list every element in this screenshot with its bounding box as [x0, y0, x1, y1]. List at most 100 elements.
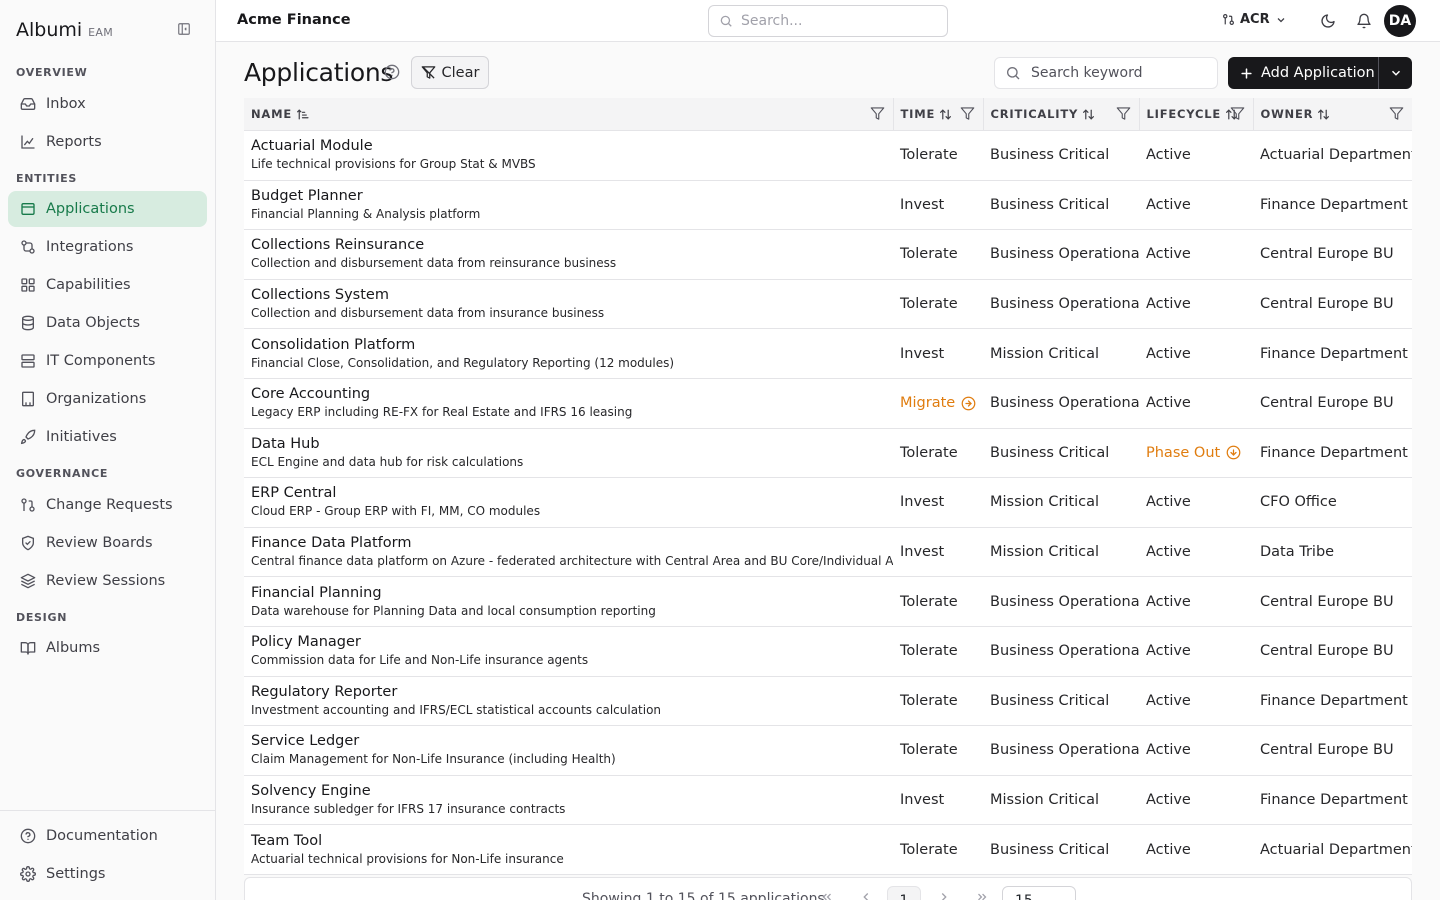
table-row[interactable]: ERP Central Cloud ERP - Group ERP with FI…	[244, 477, 1412, 528]
org-switcher[interactable]: ACR	[1222, 12, 1287, 27]
column-header-time[interactable]: TIME	[893, 98, 984, 131]
cell-owner: Finance Department	[1253, 329, 1412, 379]
application-name[interactable]: Team Tool	[251, 832, 886, 851]
sidebar-item-data-objects[interactable]: Data Objects	[8, 305, 207, 341]
global-search[interactable]	[708, 5, 948, 37]
filter-icon[interactable]	[960, 106, 975, 121]
sidebar-item-review-sessions[interactable]: Review Sessions	[8, 563, 207, 599]
application-name[interactable]: Regulatory Reporter	[251, 683, 886, 702]
cell-time: Tolerate	[893, 428, 983, 478]
column-header-owner[interactable]: OWNER	[1253, 98, 1412, 131]
table-row[interactable]: Collections System Collection and disburs…	[244, 279, 1412, 329]
add-application-button[interactable]: Add Application	[1228, 57, 1378, 89]
keyword-search[interactable]	[994, 57, 1218, 89]
layers-icon	[20, 573, 36, 589]
sidebar-collapse-icon[interactable]	[177, 22, 193, 38]
sidebar-item-it-components[interactable]: IT Components	[8, 343, 207, 379]
table-row[interactable]: Finance Data Platform Central finance dat…	[244, 527, 1412, 577]
column-header-lifecycle[interactable]: LIFECYCLE	[1139, 98, 1254, 131]
clear-filters-button[interactable]: Clear	[411, 56, 489, 89]
help-circle-icon[interactable]	[384, 64, 400, 80]
chevron-right-icon[interactable]	[937, 890, 951, 900]
sidebar-item-documentation[interactable]: Documentation	[8, 818, 207, 854]
application-name[interactable]: Policy Manager	[251, 633, 886, 652]
sidebar-item-applications[interactable]: Applications	[8, 191, 207, 227]
time-value: Invest	[900, 544, 945, 561]
chevrons-left-icon[interactable]	[820, 890, 834, 900]
chevron-down-icon	[1275, 14, 1287, 26]
table-row[interactable]: Collections Reinsurance Collection and di…	[244, 229, 1412, 280]
column-label: LIFECYCLE	[1146, 107, 1221, 121]
filter-icon[interactable]	[870, 106, 885, 121]
sidebar-item-change-requests[interactable]: Change Requests	[8, 487, 207, 523]
sidebar-item-label: Review Sessions	[46, 573, 166, 589]
application-name[interactable]: Collections Reinsurance	[251, 236, 886, 255]
arrow-right-circle-icon	[955, 396, 976, 411]
sidebar-item-organizations[interactable]: Organizations	[8, 381, 207, 417]
cell-time: Tolerate	[893, 626, 983, 676]
cell-owner: Finance Department	[1253, 428, 1412, 478]
cell-owner: Actuarial Department	[1253, 131, 1412, 181]
table-row[interactable]: Regulatory Reporter Investment accounting…	[244, 676, 1412, 726]
application-name[interactable]: Actuarial Module	[251, 137, 886, 156]
bell-icon[interactable]	[1356, 13, 1372, 29]
table-row[interactable]: Solvency Engine Insurance subledger for I…	[244, 775, 1412, 825]
table-row[interactable]: Financial Planning Data warehouse for Pla…	[244, 576, 1412, 627]
cell-time: Invest	[893, 478, 983, 528]
sidebar-item-reports[interactable]: Reports	[8, 124, 207, 160]
table-row[interactable]: Actuarial Module Life technical provision…	[244, 130, 1412, 181]
filter-icon[interactable]	[1230, 106, 1245, 121]
sort-ascending-icon[interactable]	[296, 108, 309, 121]
nav-group-entities: ENTITIES	[16, 172, 77, 185]
keyword-search-input[interactable]	[1031, 65, 1211, 81]
application-name[interactable]: Financial Planning	[251, 584, 886, 603]
sidebar-item-settings[interactable]: Settings	[8, 856, 207, 892]
table-row[interactable]: Policy Manager Commission data for Life a…	[244, 626, 1412, 677]
sort-icon[interactable]	[1082, 108, 1095, 121]
sidebar-item-integrations[interactable]: Integrations	[8, 229, 207, 265]
application-name[interactable]: Core Accounting	[251, 385, 886, 404]
moon-icon[interactable]	[1320, 13, 1336, 29]
table-row[interactable]: Service Ledger Claim Management for Non-L…	[244, 725, 1412, 776]
lifecycle-value: Active	[1146, 494, 1191, 511]
application-name[interactable]: Service Ledger	[251, 732, 886, 751]
cell-time: Invest	[893, 775, 983, 825]
table-row[interactable]: Data Hub ECL Engine and data hub for risk…	[244, 428, 1412, 478]
page-number-current[interactable]: 1	[887, 886, 921, 900]
table-row[interactable]: Core Accounting Legacy ERP including RE-F…	[244, 378, 1412, 429]
global-search-input[interactable]	[741, 13, 931, 29]
sidebar-item-initiatives[interactable]: Initiatives	[8, 419, 207, 455]
table-row[interactable]: Team Tool Actuarial technical provisions …	[244, 824, 1412, 875]
cell-time: Invest	[893, 527, 983, 577]
filter-icon[interactable]	[1389, 106, 1404, 121]
pull-request-icon	[20, 497, 36, 513]
cell-criticality: Mission Critical	[983, 329, 1139, 379]
sort-icon[interactable]	[939, 108, 952, 121]
application-name[interactable]: Finance Data Platform	[251, 534, 886, 553]
column-header-name[interactable]: NAME	[244, 98, 894, 131]
brand-subtitle: EAM	[88, 26, 114, 39]
chevron-left-icon[interactable]	[859, 890, 873, 900]
page-size-select[interactable]: 15	[1002, 886, 1076, 900]
table-row[interactable]: Consolidation Platform Financial Close, C…	[244, 328, 1412, 379]
sidebar-item-review-boards[interactable]: Review Boards	[8, 525, 207, 561]
chevrons-right-icon[interactable]	[975, 890, 989, 900]
application-description: Collection and disbursement data from re…	[251, 256, 617, 271]
application-name[interactable]: Solvency Engine	[251, 782, 886, 801]
application-name[interactable]: Collections System	[251, 286, 886, 305]
application-name[interactable]: Data Hub	[251, 435, 886, 454]
criticality-value: Business Critical	[990, 692, 1110, 709]
add-options-dropdown[interactable]	[1379, 57, 1412, 89]
sidebar-item-inbox[interactable]: Inbox	[8, 86, 207, 122]
cell-owner: Central Europe BU	[1253, 577, 1412, 627]
column-header-criticality[interactable]: CRITICALITY	[983, 98, 1140, 131]
application-name[interactable]: Budget Planner	[251, 187, 886, 206]
application-name[interactable]: Consolidation Platform	[251, 336, 886, 355]
sidebar-item-albums[interactable]: Albums	[8, 630, 207, 666]
sidebar-item-capabilities[interactable]: Capabilities	[8, 267, 207, 303]
application-name[interactable]: ERP Central	[251, 484, 886, 503]
avatar[interactable]: DA	[1384, 5, 1416, 37]
sort-icon[interactable]	[1317, 108, 1330, 121]
table-row[interactable]: Budget Planner Financial Planning & Analy…	[244, 180, 1412, 230]
filter-icon[interactable]	[1116, 106, 1131, 121]
